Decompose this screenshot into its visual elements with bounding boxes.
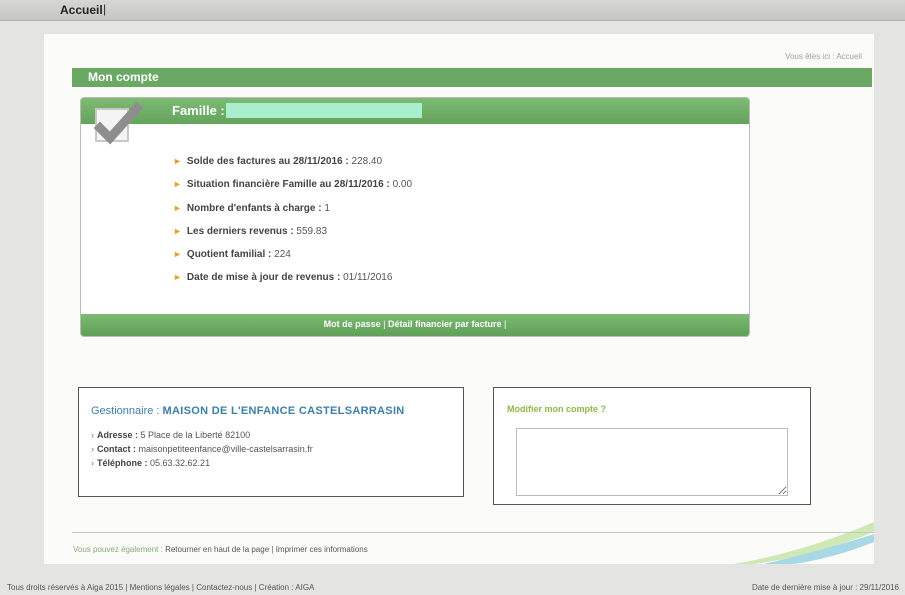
manager-details: › Adresse : 5 Place de la Liberté 82100 ›… [91, 430, 313, 472]
manager-name: MAISON DE L'ENFANCE CASTELSARRASIN [162, 405, 405, 417]
family-card: Famille : ████████████ ► Solde des factur… [80, 97, 750, 337]
info-row: ► Nombre d'enfants à charge : 1 [173, 202, 330, 214]
triangle-bullet-icon: ► [173, 225, 182, 236]
footer-link-separator: | [383, 319, 386, 329]
site-footer: Tous droits réservés à Aiga 2015 | Menti… [7, 583, 315, 592]
family-name-redacted: ████████████ [226, 103, 422, 118]
print-link[interactable]: Imprimer ces informations [276, 545, 368, 554]
info-row: ► Date de mise à jour de revenus : 01/11/… [173, 272, 393, 284]
manager-phone: › Téléphone : 05.63.32.62.21 [91, 458, 211, 468]
chevron-right-icon: › [91, 430, 94, 440]
page-actions: Vous pouvez également : Retourner en hau… [73, 545, 368, 554]
manager-title: Gestionnaire : MAISON DE L'ENFANCE CASTE… [91, 405, 405, 417]
modify-account-textarea[interactable] [516, 428, 788, 496]
family-info-list: ► Solde des factures au 28/11/2016 : 228.… [173, 156, 412, 296]
invoice-detail-link[interactable]: Détail financier par facture [388, 319, 502, 329]
info-row: ► Situation financière Famille au 28/11/2… [173, 179, 413, 191]
decorative-swoosh [734, 522, 874, 564]
breadcrumb: Vous êtes ici : Accueil [785, 52, 862, 61]
copyright: Tous droits réservés à Aiga 2015 [7, 583, 124, 592]
modify-account-title: Modifier mon compte ? [507, 404, 606, 414]
family-card-footer: Mot de passe | Détail financier par fact… [81, 314, 749, 336]
modify-account-box: Modifier mon compte ? [493, 387, 811, 505]
triangle-bullet-icon: ► [173, 179, 182, 190]
manager-address: › Adresse : 5 Place de la Liberté 82100 [91, 430, 251, 440]
triangle-bullet-icon: ► [173, 156, 182, 166]
info-row: ► Quotient familial : 224 [173, 249, 291, 261]
triangle-bullet-icon: ► [173, 249, 182, 260]
section-title: Mon compte [88, 70, 159, 84]
section-header-account: Mon compte [72, 68, 872, 87]
last-update: Date de dernière mise à jour : 29/11/201… [751, 583, 899, 592]
footer-link-separator: | [504, 319, 507, 329]
family-title: Famille : [172, 103, 225, 118]
info-row: ► Solde des factures au 28/11/2016 : 228.… [173, 156, 383, 167]
triangle-bullet-icon: ► [173, 202, 182, 213]
info-row: ► Les derniers revenus : 559.83 [173, 225, 328, 237]
family-card-header: Famille : ████████████ [81, 98, 749, 124]
back-to-top-link[interactable]: Retourner en haut de la page [165, 545, 269, 554]
page-content: Vous êtes ici : Accueil Mon compte Famil… [44, 34, 874, 564]
creation-link[interactable]: Création : AIGA [259, 583, 315, 592]
chevron-right-icon: › [91, 458, 94, 468]
manager-box: Gestionnaire : MAISON DE L'ENFANCE CASTE… [78, 387, 464, 497]
nav-separator: | [103, 2, 107, 16]
chevron-right-icon: › [91, 444, 94, 454]
triangle-bullet-icon: ► [173, 272, 182, 283]
contact-link[interactable]: Contactez-nous [196, 583, 252, 592]
top-navigation: Accueil | [0, 0, 905, 21]
manager-contact: › Contact : maisonpetiteenfance@ville-cas… [91, 444, 313, 454]
password-link[interactable]: Mot de passe [324, 319, 381, 329]
checkmark-icon [93, 101, 143, 145]
divider [72, 532, 874, 533]
legal-link[interactable]: Mentions légales [130, 583, 190, 592]
nav-home-link[interactable]: Accueil [60, 3, 103, 17]
